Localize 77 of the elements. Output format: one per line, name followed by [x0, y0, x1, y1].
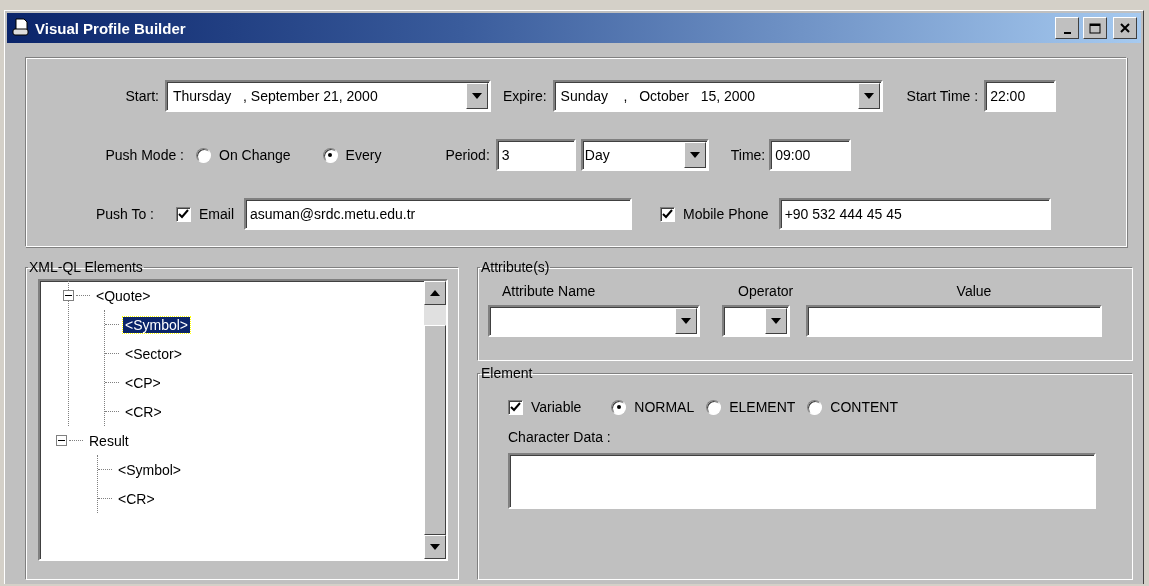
start-label: Start: — [124, 88, 159, 104]
checkbox-option[interactable]: Variable — [508, 399, 582, 415]
expire-label: Expire: — [503, 88, 547, 104]
close-icon — [1120, 23, 1130, 33]
collapse-icon[interactable] — [56, 435, 67, 446]
down-arrow-icon — [689, 152, 700, 158]
character-data-label: Character Data : — [508, 429, 612, 445]
radio-option[interactable]: NORMAL — [611, 399, 695, 415]
time-field[interactable]: 09:00 — [769, 139, 852, 171]
maximize-icon — [1089, 22, 1101, 34]
collapse-icon[interactable] — [63, 290, 74, 301]
dropdown-button[interactable] — [466, 83, 488, 109]
time-label: Time: — [730, 147, 766, 163]
dropdown-button[interactable] — [765, 308, 787, 334]
phone-field[interactable]: +90 532 444 45 45 — [778, 198, 1051, 230]
start-date-picker[interactable]: Thursday , September 21, 2000 — [165, 80, 491, 112]
column-label: Operator — [738, 283, 795, 299]
radio-button[interactable] — [706, 399, 722, 415]
scrollbar-thumb[interactable] — [424, 325, 446, 535]
start-time-label: Start Time : — [906, 88, 979, 104]
tree-item[interactable]: <Quote> — [94, 287, 153, 304]
dropdown-button[interactable] — [683, 142, 706, 168]
scroll-up-button[interactable] — [424, 281, 446, 305]
dropdown-button[interactable] — [857, 83, 880, 109]
group-title: Element — [480, 365, 534, 381]
start-time-field[interactable]: 22:00 — [984, 80, 1057, 112]
up-arrow-icon — [430, 290, 440, 296]
checkmark-icon — [510, 402, 521, 412]
push-mode-label: Push Mode : — [104, 147, 184, 163]
down-arrow-icon — [771, 318, 781, 324]
tree-item[interactable]: <Symbol> — [123, 316, 191, 333]
expire-date-picker[interactable]: Sunday , October 15, 2000 — [552, 80, 883, 112]
close-button[interactable] — [1113, 17, 1137, 39]
dropdown-button[interactable] — [675, 308, 697, 334]
down-arrow-icon — [430, 544, 440, 550]
checkmark-icon — [178, 209, 189, 219]
tree-item[interactable]: <CR> — [123, 403, 164, 420]
radio-option[interactable]: ELEMENT — [706, 399, 796, 415]
email-field[interactable]: asuman@srdc.metu.edu.tr — [244, 198, 632, 230]
window-title: Visual Profile Builder — [35, 19, 187, 37]
tree-item[interactable]: <Symbol> — [116, 461, 184, 478]
column-label: Attribute Name — [501, 283, 597, 299]
maximize-button[interactable] — [1083, 17, 1107, 39]
down-arrow-icon — [681, 318, 691, 324]
push-to-label: Push To : — [94, 206, 154, 222]
checkbox-option[interactable]: Mobile Phone — [660, 206, 769, 222]
minimize-button[interactable] — [1055, 17, 1079, 39]
minimize-icon — [1063, 32, 1071, 34]
radio-button[interactable] — [322, 147, 338, 163]
operator-dropdown[interactable] — [722, 305, 790, 337]
checkbox[interactable] — [508, 399, 523, 415]
printer-icon — [11, 18, 31, 38]
tree-item[interactable]: <Sector> — [123, 345, 184, 362]
period-label: Period: — [445, 147, 490, 163]
checkbox[interactable] — [176, 206, 191, 222]
checkmark-icon — [662, 209, 673, 219]
tree-item[interactable]: Result — [87, 432, 131, 449]
radio-button[interactable] — [611, 399, 627, 415]
tree-item[interactable]: <CP> — [123, 374, 163, 391]
column-label: Value — [955, 283, 993, 299]
down-arrow-icon — [863, 93, 874, 99]
value-field[interactable] — [806, 305, 1102, 337]
checkbox-option[interactable]: Email — [176, 206, 234, 222]
attribute-name-dropdown[interactable] — [488, 305, 700, 337]
radio-option[interactable]: Every — [322, 147, 382, 163]
character-data-field[interactable] — [508, 453, 1096, 509]
checkbox[interactable] — [660, 206, 675, 222]
down-arrow-icon — [472, 93, 482, 99]
period-unit-dropdown[interactable]: Day — [580, 139, 709, 171]
radio-option[interactable]: On Change — [196, 147, 291, 163]
group-title: XML-QL Elements — [28, 259, 144, 275]
radio-option[interactable]: CONTENT — [807, 399, 899, 415]
period-field[interactable]: 3 — [495, 139, 576, 171]
scroll-down-button[interactable] — [424, 535, 446, 559]
group-title: Attribute(s) — [480, 259, 551, 275]
vertical-scrollbar[interactable] — [424, 281, 446, 559]
tree-item[interactable]: <CR> — [116, 490, 157, 507]
